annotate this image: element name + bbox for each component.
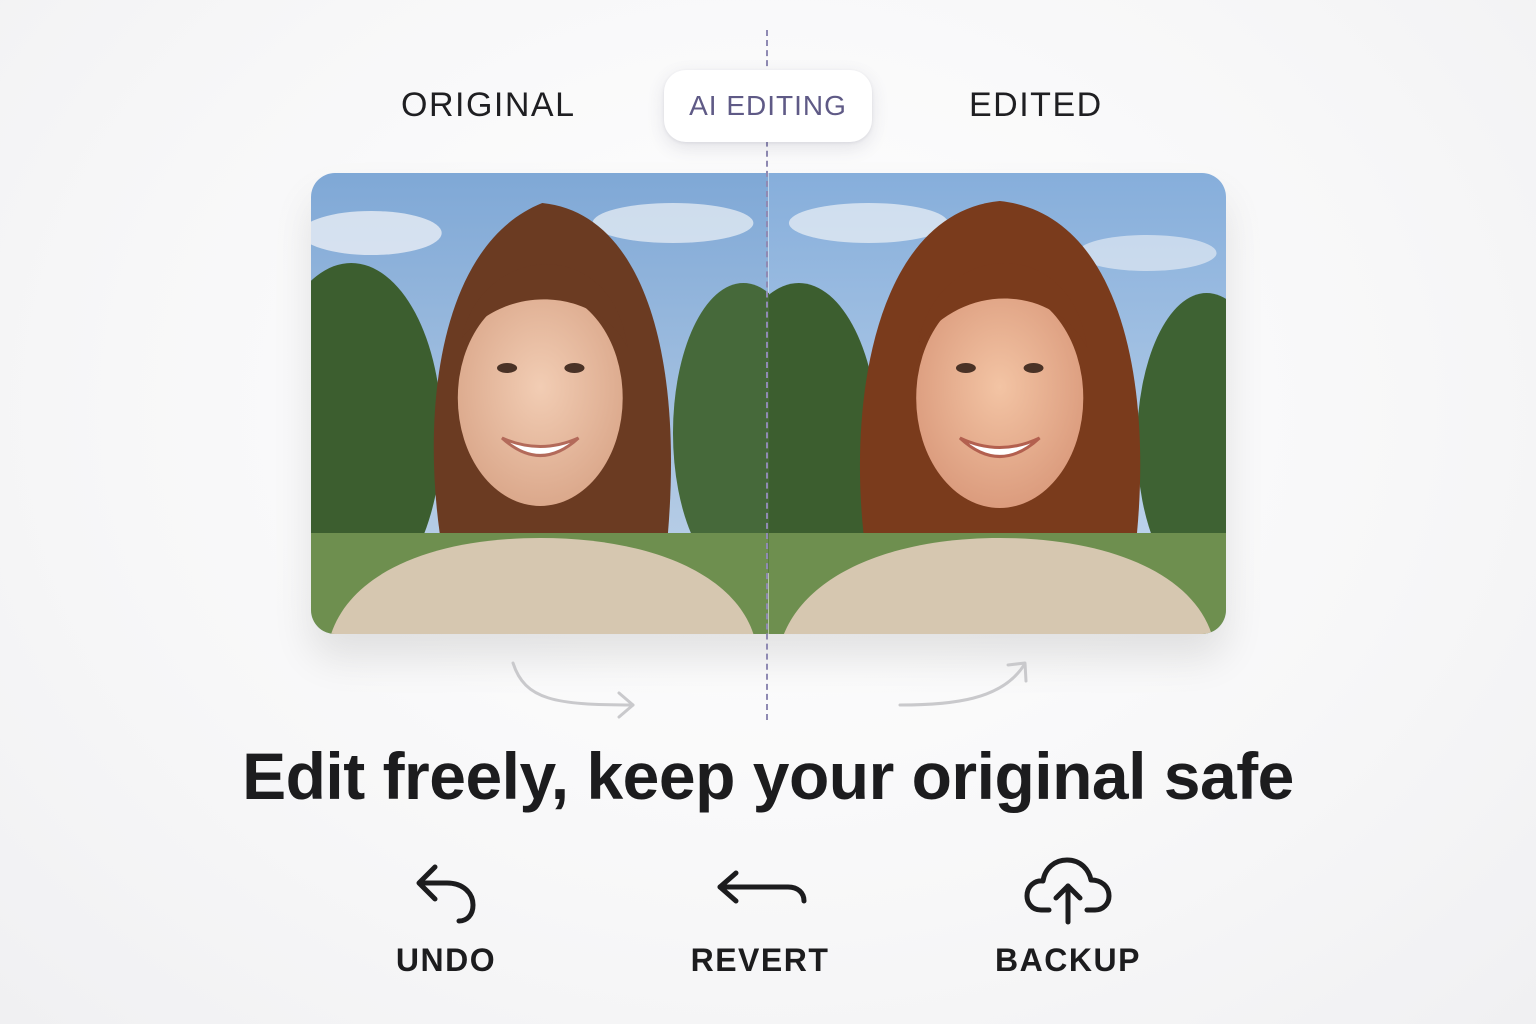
revert-label: REVERT <box>690 942 830 978</box>
original-photo <box>311 173 769 634</box>
undo-label: UNDO <box>395 942 497 978</box>
before-after-comparison[interactable] <box>311 173 1226 634</box>
curved-arrow-icon <box>898 661 1028 707</box>
undo-button[interactable]: UNDO <box>376 850 516 979</box>
backup-button[interactable]: BACKUP <box>988 850 1148 979</box>
edited-photo <box>768 173 1226 634</box>
backup-label: BACKUP <box>995 942 1141 978</box>
cloud-upload-icon <box>1024 857 1112 925</box>
edited-label: EDITED <box>969 86 1103 124</box>
revert-button[interactable]: REVERT <box>680 850 840 979</box>
ai-editing-badge[interactable]: AI EDITING <box>664 70 872 142</box>
revert-arrow-icon <box>717 870 807 904</box>
original-label: ORIGINAL <box>401 86 576 124</box>
curved-arrow-icon <box>511 661 635 719</box>
undo-icon <box>416 864 476 924</box>
headline: Edit freely, keep your original safe <box>242 739 1294 813</box>
